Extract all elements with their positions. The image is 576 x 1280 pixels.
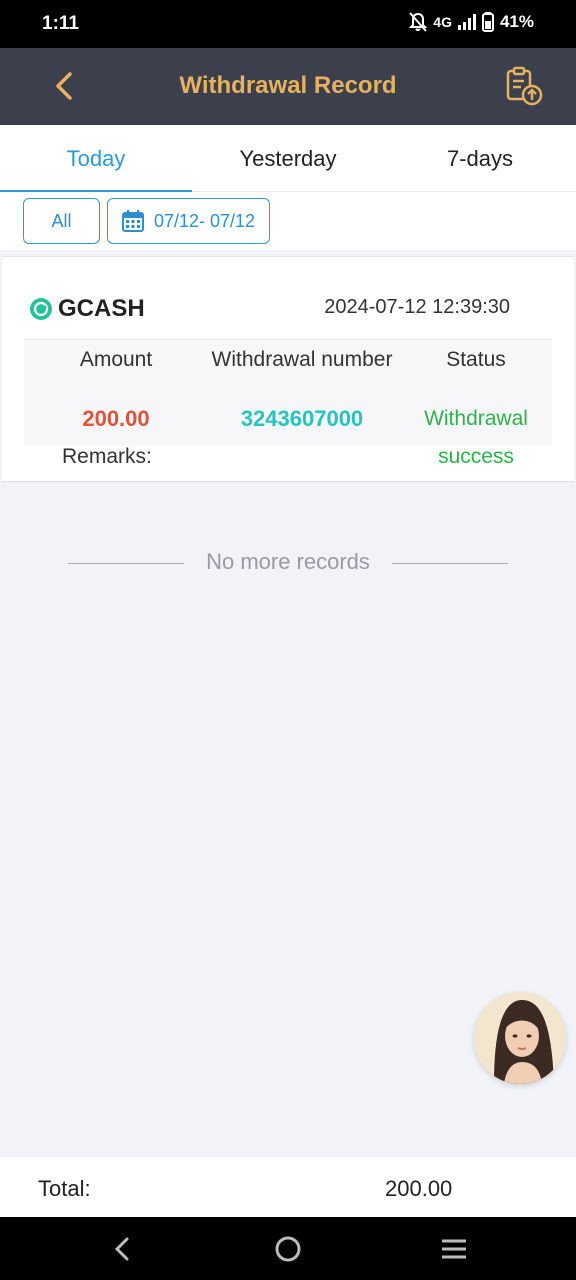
battery-icon bbox=[481, 12, 494, 32]
status-line-1: Withdrawal bbox=[424, 407, 528, 430]
status-value: Withdrawal success bbox=[410, 400, 542, 476]
list-end-text: No more records bbox=[206, 549, 370, 574]
avatar-portrait bbox=[474, 992, 566, 1084]
filter-all-button[interactable]: All bbox=[23, 198, 100, 244]
calendar-icon bbox=[121, 210, 144, 232]
network-type: 4G bbox=[433, 14, 452, 30]
status-time: 1:11 bbox=[42, 13, 79, 34]
record-details: Amount Withdrawal number Status 200.00 3… bbox=[24, 339, 552, 468]
withdrawal-record-card[interactable]: GCASH 2024-07-12 12:39:30 Amount Withdra… bbox=[2, 256, 574, 482]
divider-right bbox=[392, 563, 508, 564]
date-tabs: Today Yesterday 7-days bbox=[0, 125, 576, 193]
total-label: Total: bbox=[38, 1176, 91, 1201]
amount-header: Amount bbox=[79, 348, 153, 371]
remarks-label: Remarks: bbox=[62, 445, 152, 468]
filter-all-label: All bbox=[51, 210, 72, 231]
signal-icon bbox=[457, 14, 476, 30]
total-bar: Total: 200.00 bbox=[0, 1157, 576, 1217]
date-range-picker[interactable]: 07/12- 07/12 bbox=[107, 198, 270, 244]
tab-yesterday[interactable]: Yesterday bbox=[192, 125, 384, 192]
amount-value: 200.00 bbox=[82, 406, 150, 431]
system-navigation-bar bbox=[0, 1217, 576, 1280]
status-bar: 1:11 4G 41% bbox=[0, 0, 576, 48]
tab-label: Today bbox=[66, 145, 126, 171]
record-datetime: 2024-07-12 12:39:30 bbox=[324, 296, 510, 318]
battery-percent: 41% bbox=[499, 12, 534, 31]
system-recents-button[interactable] bbox=[436, 1231, 472, 1267]
provider: GCASH bbox=[28, 295, 145, 323]
customer-service-avatar[interactable] bbox=[474, 992, 566, 1084]
withdrawal-number-value: 3243607000 bbox=[240, 406, 364, 431]
total-value: 200.00 bbox=[385, 1176, 453, 1201]
page-title: Withdrawal Record bbox=[179, 72, 397, 99]
home-circle-icon bbox=[275, 1236, 301, 1262]
app-header: Withdrawal Record bbox=[0, 48, 576, 125]
menu-lines-icon bbox=[442, 1239, 466, 1259]
tab-today[interactable]: Today bbox=[0, 125, 192, 193]
tab-label: 7-days bbox=[446, 145, 514, 171]
date-range-label: 07/12- 07/12 bbox=[153, 210, 256, 231]
status-header: Status bbox=[446, 348, 506, 371]
list-end-indicator: No more records bbox=[0, 546, 576, 580]
filter-row: All 07/12- 07/12 bbox=[0, 192, 576, 250]
back-arrow-icon bbox=[114, 1237, 129, 1261]
provider-name: GCASH bbox=[58, 295, 145, 322]
system-back-button[interactable] bbox=[104, 1231, 140, 1267]
status-line-2: success bbox=[438, 445, 514, 468]
withdrawal-number-header: Withdrawal number bbox=[211, 348, 393, 371]
export-records-button[interactable] bbox=[504, 66, 544, 106]
tab-label: Yesterday bbox=[239, 145, 337, 171]
notifications-off-icon bbox=[409, 12, 428, 32]
tab-7-days[interactable]: 7-days bbox=[384, 125, 576, 192]
clipboard-upload-icon bbox=[506, 66, 543, 106]
status-icons: 4G 41% bbox=[409, 12, 534, 32]
system-home-button[interactable] bbox=[270, 1231, 306, 1267]
gcash-logo-icon bbox=[30, 298, 52, 320]
